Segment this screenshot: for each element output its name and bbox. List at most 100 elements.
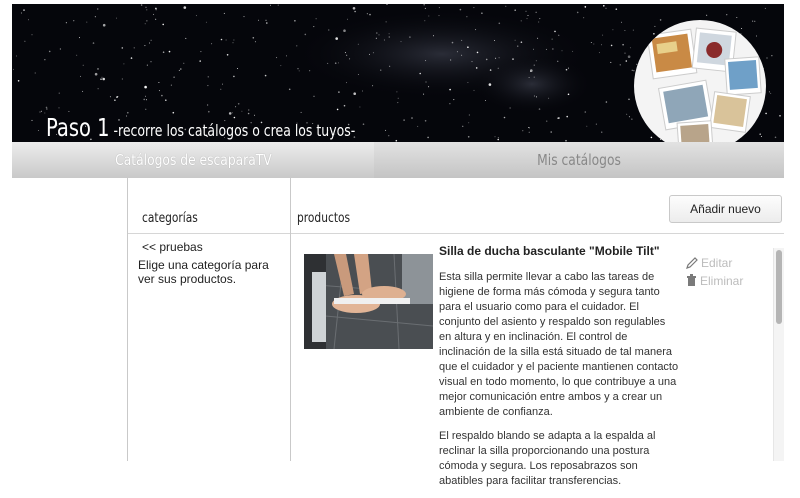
star <box>315 18 317 20</box>
star <box>633 70 635 72</box>
star <box>528 77 530 78</box>
star <box>97 88 99 90</box>
tab-escaparatv-catalogs[interactable]: Catálogos de escaparaTV <box>12 142 375 178</box>
star <box>223 12 225 14</box>
star <box>449 88 451 91</box>
star <box>503 116 506 119</box>
star <box>205 21 207 23</box>
star <box>522 130 524 132</box>
star <box>121 78 123 80</box>
star <box>467 136 470 138</box>
star <box>554 30 556 33</box>
star <box>372 85 374 87</box>
star <box>140 4 143 6</box>
star <box>603 5 605 7</box>
star <box>586 125 588 127</box>
star <box>143 98 145 101</box>
star <box>417 125 419 127</box>
star <box>276 57 278 59</box>
star <box>178 69 180 71</box>
star <box>533 64 535 66</box>
star <box>621 21 622 23</box>
star <box>17 80 20 82</box>
star <box>626 113 628 115</box>
star <box>82 90 84 92</box>
star <box>760 136 762 137</box>
step-number: Paso 1 <box>46 113 110 142</box>
star <box>343 104 346 107</box>
star <box>659 19 662 21</box>
star <box>514 39 516 41</box>
star <box>468 122 470 124</box>
delete-button[interactable]: Eliminar <box>686 274 743 288</box>
star <box>65 22 67 24</box>
categories-heading: categorías <box>142 211 198 226</box>
star <box>736 17 738 18</box>
star <box>602 34 604 36</box>
product-scrollbar[interactable] <box>773 248 784 461</box>
catalog-collage-logo <box>634 20 766 142</box>
scrollbar-thumb[interactable] <box>776 250 782 324</box>
star <box>357 43 359 45</box>
star <box>170 84 172 86</box>
edit-button[interactable]: Editar <box>686 256 732 270</box>
back-link-pruebas[interactable]: << pruebas <box>142 240 203 254</box>
star <box>397 102 399 104</box>
star <box>467 82 469 83</box>
star <box>752 20 754 22</box>
star <box>428 86 430 88</box>
star <box>297 68 299 70</box>
star <box>347 18 348 20</box>
star <box>222 83 223 85</box>
star <box>654 25 656 27</box>
star <box>388 33 390 35</box>
star <box>450 59 452 61</box>
star <box>155 9 157 11</box>
star <box>576 11 579 14</box>
star <box>624 30 626 31</box>
star <box>461 39 463 41</box>
star <box>304 33 307 36</box>
star <box>123 63 125 65</box>
star <box>40 110 42 112</box>
star <box>149 42 150 44</box>
star <box>183 6 187 9</box>
star <box>512 58 514 60</box>
star <box>346 82 347 84</box>
star <box>150 61 152 63</box>
star <box>161 94 163 97</box>
star <box>266 22 268 24</box>
star <box>97 8 99 10</box>
star <box>309 70 311 72</box>
star <box>158 82 160 83</box>
star <box>280 65 282 67</box>
star <box>225 39 227 41</box>
star <box>207 76 209 78</box>
star <box>525 10 527 12</box>
star <box>706 14 708 16</box>
star <box>385 129 387 131</box>
column-divider <box>290 178 291 461</box>
products-heading: productos <box>297 211 351 226</box>
star <box>233 39 235 41</box>
star <box>150 39 152 41</box>
product-image[interactable] <box>304 254 433 349</box>
star <box>389 65 391 67</box>
star <box>494 40 495 41</box>
star <box>536 96 537 98</box>
star <box>13 68 14 70</box>
description-paragraph: El respaldo blando se adapta a la espald… <box>439 430 656 487</box>
star <box>220 38 223 41</box>
star <box>397 97 399 99</box>
star <box>264 74 267 77</box>
tab-my-catalogs[interactable]: Mis catálogos <box>374 142 784 178</box>
star <box>20 12 22 14</box>
add-new-button[interactable]: Añadir nuevo <box>669 195 782 223</box>
star <box>546 120 548 122</box>
star <box>165 99 167 101</box>
star <box>548 97 550 99</box>
star <box>533 76 535 78</box>
star <box>359 106 361 108</box>
star <box>427 136 429 139</box>
star <box>144 23 146 25</box>
